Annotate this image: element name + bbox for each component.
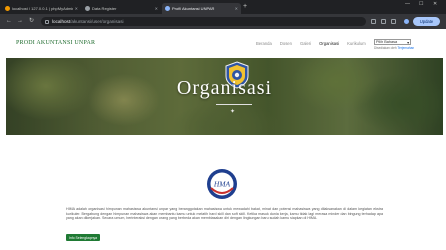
organization-description: HIMA adalah organisasi himpunan mahasisw… — [66, 207, 383, 221]
language-select[interactable]: Pilih Bahasa ▾ — [374, 39, 411, 45]
address-bar[interactable]: localhost /akuntansi/user/organisasi — [41, 17, 366, 26]
translate-link[interactable]: Terjemahan — [398, 46, 415, 50]
nav-item-dosen[interactable]: Dosen — [280, 41, 292, 46]
translate-credit: Disediakan oleh Terjemahan — [374, 46, 414, 50]
browser-toolbar: ← → ↻ localhost /akuntansi/user/organisa… — [0, 14, 446, 29]
language-select-value: Pilih Bahasa — [376, 40, 398, 44]
site-brand[interactable]: PRODI AKUNTANSI UNPAR — [16, 40, 95, 46]
address-host: localhost — [52, 19, 71, 24]
minimize-button[interactable]: — — [405, 2, 410, 7]
reload-button[interactable]: ↻ — [29, 18, 34, 24]
hero-ornament-icon: ✦ — [230, 109, 236, 115]
chevron-down-icon: ▾ — [407, 41, 409, 45]
translate-credit-prefix: Disediakan oleh — [374, 46, 397, 50]
tab-title: localhost / 127.0.0.1 | phpMyAdmin — [12, 6, 73, 11]
hero-banner: Organisasi ✦ — [6, 58, 443, 135]
tab-close-icon[interactable]: ✕ — [75, 6, 78, 11]
bookmark-star-icon[interactable] — [391, 19, 396, 24]
site-header: PRODI AKUNTANSI UNPAR Beranda Dosen Gale… — [0, 29, 446, 58]
tab-close-icon[interactable]: ✕ — [155, 6, 158, 11]
close-window-button[interactable]: ✕ — [433, 2, 437, 7]
more-info-button[interactable]: Info Selengkapnya — [66, 234, 100, 241]
browser-tab-phpmyadmin[interactable]: localhost / 127.0.0.1 | phpMyAdmin ✕ — [2, 3, 81, 14]
back-button[interactable]: ← — [6, 18, 12, 24]
site-info-icon[interactable] — [45, 19, 49, 24]
nav-item-galeri[interactable]: Galeri — [300, 41, 311, 46]
new-tab-button[interactable]: + — [243, 3, 247, 10]
browser-tab-profil-akuntansi[interactable]: Profil Akuntansi UNPAR ✕ — [162, 3, 241, 14]
update-button[interactable]: Update — [413, 17, 440, 26]
browser-tabstrip: localhost / 127.0.0.1 | phpMyAdmin ✕ Dat… — [0, 0, 446, 14]
address-path: /akuntansi/user/organisasi — [70, 19, 124, 24]
hero-divider — [216, 104, 252, 105]
hero-title: Organisasi — [176, 77, 273, 99]
nav-item-beranda[interactable]: Beranda — [256, 41, 272, 46]
nav-item-kurikulum[interactable]: Kurikulum — [347, 41, 366, 46]
hima-logo: HMA — [207, 169, 237, 199]
maximize-button[interactable]: ☐ — [419, 2, 423, 7]
tab-title: Profil Akuntansi UNPAR — [172, 6, 215, 11]
tab-title: Data Register — [92, 6, 117, 11]
zoom-icon[interactable] — [371, 19, 376, 24]
nav-item-organisasi[interactable]: Organisasi — [319, 41, 339, 46]
main-nav: Beranda Dosen Galeri Organisasi Kurikulu… — [256, 41, 374, 46]
globe-favicon-icon — [85, 6, 90, 11]
browser-tab-data-register[interactable]: Data Register ✕ — [82, 3, 161, 14]
tab-close-icon[interactable]: ✕ — [235, 6, 238, 11]
hima-logo-text: HMA — [213, 180, 231, 189]
phpmyadmin-favicon-icon — [5, 6, 10, 11]
profile-avatar[interactable] — [404, 19, 409, 24]
globe-favicon-icon — [165, 6, 170, 11]
forward-button[interactable]: → — [17, 18, 23, 24]
share-icon[interactable] — [381, 19, 386, 24]
